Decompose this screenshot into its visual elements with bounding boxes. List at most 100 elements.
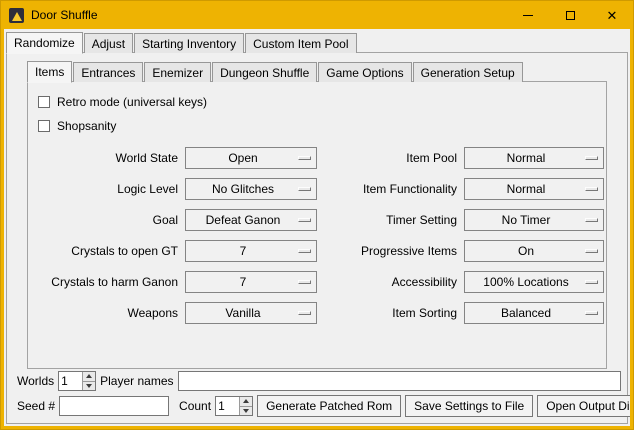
- crystals-gt-dropdown[interactable]: 7: [185, 240, 317, 262]
- crystals-ganon-label: Crystals to harm Ganon: [28, 275, 178, 289]
- dropdown-indicator-icon: [585, 187, 598, 191]
- minimize-button[interactable]: [507, 1, 549, 29]
- player-names-input[interactable]: [178, 371, 622, 391]
- dropdown-indicator-icon: [585, 156, 598, 160]
- timer-setting-dropdown[interactable]: No Timer: [464, 209, 604, 231]
- goal-dropdown[interactable]: Defeat Ganon: [185, 209, 317, 231]
- crystals-gt-label: Crystals to open GT: [28, 244, 178, 258]
- tab-adjust[interactable]: Adjust: [84, 33, 133, 53]
- stepper-down-button[interactable]: [240, 406, 252, 416]
- options-grid: World State Open Item Pool Normal Logic …: [28, 142, 606, 328]
- maximize-icon: [566, 11, 575, 20]
- tab-dungeon-shuffle[interactable]: Dungeon Shuffle: [212, 62, 317, 82]
- item-pool-dropdown[interactable]: Normal: [464, 147, 604, 169]
- accessibility-dropdown[interactable]: 100% Locations: [464, 271, 604, 293]
- tab-generation-setup[interactable]: Generation Setup: [413, 62, 523, 82]
- dropdown-value: Vanilla: [225, 306, 260, 320]
- dropdown-value: 7: [240, 275, 247, 289]
- tab-enemizer[interactable]: Enemizer: [144, 62, 211, 82]
- inner-tab-bar: Items Entrances Enemizer Dungeon Shuffle…: [27, 60, 627, 82]
- arrow-down-icon: [86, 384, 92, 388]
- items-pane: Retro mode (universal keys) Shopsanity W…: [27, 81, 607, 369]
- item-functionality-dropdown[interactable]: Normal: [464, 178, 604, 200]
- outer-tab-bar: Randomize Adjust Starting Inventory Cust…: [6, 31, 630, 53]
- checkbox-icon: [38, 120, 50, 132]
- maximize-button[interactable]: [549, 1, 591, 29]
- stepper-up-button[interactable]: [240, 397, 252, 406]
- count-label: Count: [179, 399, 211, 413]
- dropdown-indicator-icon: [298, 156, 311, 160]
- checkbox-retro-mode[interactable]: Retro mode (universal keys): [38, 90, 606, 114]
- accessibility-label: Accessibility: [329, 275, 457, 289]
- world-state-dropdown[interactable]: Open: [185, 147, 317, 169]
- arrow-up-icon: [243, 399, 249, 403]
- dropdown-indicator-icon: [298, 280, 311, 284]
- close-icon: ✕: [607, 9, 618, 22]
- dropdown-value: Defeat Ganon: [206, 213, 281, 227]
- randomize-pane: Items Entrances Enemizer Dungeon Shuffle…: [6, 52, 628, 424]
- weapons-dropdown[interactable]: Vanilla: [185, 302, 317, 324]
- triforce-icon: [12, 12, 22, 21]
- close-button[interactable]: ✕: [591, 1, 633, 29]
- dropdown-indicator-icon: [585, 280, 598, 284]
- timer-setting-label: Timer Setting: [329, 213, 457, 227]
- weapons-label: Weapons: [28, 306, 178, 320]
- tab-custom-item-pool[interactable]: Custom Item Pool: [245, 33, 356, 53]
- tab-game-options[interactable]: Game Options: [318, 62, 411, 82]
- option-row: Crystals to open GT 7 Progressive Items …: [28, 235, 606, 266]
- goal-label: Goal: [28, 213, 178, 227]
- seed-label: Seed #: [17, 399, 55, 413]
- logic-level-dropdown[interactable]: No Glitches: [185, 178, 317, 200]
- dropdown-value: Normal: [507, 182, 546, 196]
- dropdown-indicator-icon: [298, 249, 311, 253]
- app-icon: [9, 8, 24, 23]
- tab-starting-inventory[interactable]: Starting Inventory: [134, 33, 244, 53]
- count-stepper[interactable]: [215, 396, 253, 416]
- progressive-items-label: Progressive Items: [329, 244, 457, 258]
- option-row: Weapons Vanilla Item Sorting Balanced: [28, 297, 606, 328]
- world-state-label: World State: [28, 151, 178, 165]
- save-settings-button[interactable]: Save Settings to File: [405, 395, 533, 417]
- dropdown-value: 7: [240, 244, 247, 258]
- minimize-icon: [523, 15, 533, 16]
- dropdown-value: 100% Locations: [483, 275, 568, 289]
- item-pool-label: Item Pool: [329, 151, 457, 165]
- dropdown-indicator-icon: [585, 218, 598, 222]
- seed-row: Seed # Count Generate Patched Rom Save S…: [13, 394, 621, 418]
- checkbox-shopsanity[interactable]: Shopsanity: [38, 114, 606, 138]
- checkbox-icon: [38, 96, 50, 108]
- dropdown-value: Open: [228, 151, 257, 165]
- option-row: Crystals to harm Ganon 7 Accessibility 1…: [28, 266, 606, 297]
- checkbox-label: Shopsanity: [57, 119, 116, 133]
- worlds-label: Worlds: [17, 374, 54, 388]
- dropdown-value: Normal: [507, 151, 546, 165]
- item-sorting-dropdown[interactable]: Balanced: [464, 302, 604, 324]
- crystals-ganon-dropdown[interactable]: 7: [185, 271, 317, 293]
- dropdown-value: No Glitches: [212, 182, 274, 196]
- open-output-directory-button[interactable]: Open Output Directory: [537, 395, 630, 417]
- worlds-input[interactable]: [59, 372, 82, 390]
- window-title: Door Shuffle: [31, 8, 98, 22]
- arrow-up-icon: [86, 374, 92, 378]
- tab-items[interactable]: Items: [27, 61, 72, 83]
- generate-patched-rom-button[interactable]: Generate Patched Rom: [257, 395, 401, 417]
- stepper-buttons: [82, 372, 95, 390]
- titlebar[interactable]: Door Shuffle ✕: [1, 1, 633, 29]
- tab-randomize[interactable]: Randomize: [6, 32, 83, 54]
- item-functionality-label: Item Functionality: [329, 182, 457, 196]
- worlds-stepper[interactable]: [58, 371, 96, 391]
- seed-input[interactable]: [59, 396, 169, 416]
- player-names-label: Player names: [100, 374, 173, 388]
- tab-entrances[interactable]: Entrances: [73, 62, 143, 82]
- app-window: Door Shuffle ✕ Randomize Adjust Starting…: [0, 0, 634, 430]
- item-sorting-label: Item Sorting: [329, 306, 457, 320]
- dropdown-indicator-icon: [585, 249, 598, 253]
- count-input[interactable]: [216, 397, 239, 415]
- stepper-up-button[interactable]: [83, 372, 95, 381]
- dropdown-value: No Timer: [502, 213, 551, 227]
- option-row: World State Open Item Pool Normal: [28, 142, 606, 173]
- stepper-buttons: [239, 397, 252, 415]
- stepper-down-button[interactable]: [83, 381, 95, 391]
- worlds-row: Worlds Player names: [13, 369, 621, 393]
- progressive-items-dropdown[interactable]: On: [464, 240, 604, 262]
